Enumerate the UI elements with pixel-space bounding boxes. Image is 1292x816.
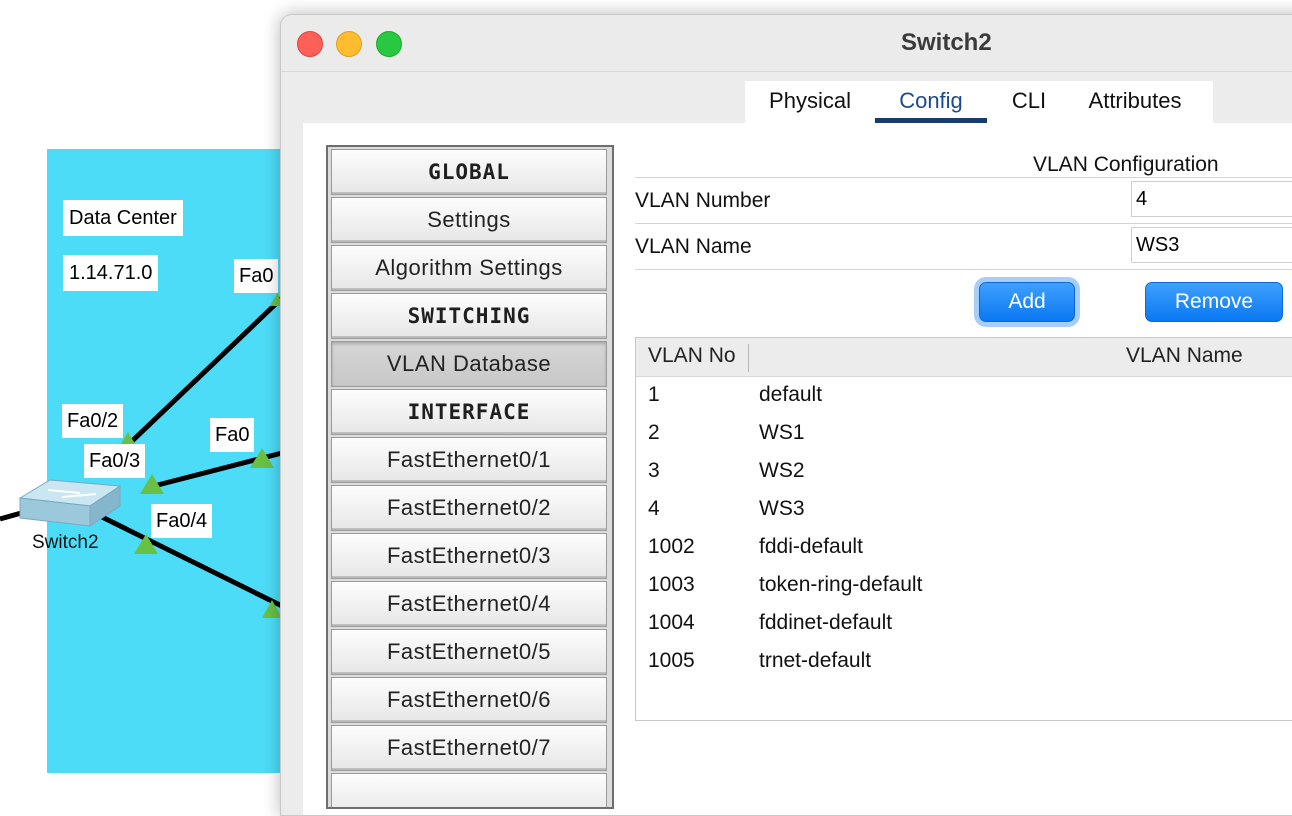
window-titlebar[interactable]: Switch2: [281, 15, 1292, 72]
add-button[interactable]: Add: [979, 282, 1075, 322]
vlan-no-cell: 3: [648, 459, 660, 482]
nav-item-vlan-database[interactable]: VLAN Database: [331, 341, 607, 387]
vlan-table[interactable]: VLAN No VLAN Name 1 default 2 WS1 3 WS2 …: [635, 337, 1292, 721]
vlan-number-label: VLAN Number: [635, 189, 771, 212]
tab-config[interactable]: Config: [875, 81, 987, 123]
vlan-no-cell: 1003: [648, 573, 695, 596]
link-fa0-2[interactable]: [126, 296, 284, 447]
table-row[interactable]: 1002 fddi-default: [636, 528, 1292, 566]
vlan-name-cell: trnet-default: [759, 649, 872, 672]
table-row[interactable]: 1005 trnet-default: [636, 642, 1292, 680]
nav-header-global: GLOBAL: [331, 149, 607, 195]
port-label-fa0-4: Fa0/4: [151, 504, 213, 538]
vlan-name-cell: token-ring-default: [759, 573, 923, 596]
nav-item-partial[interactable]: [331, 773, 607, 807]
column-divider[interactable]: [748, 344, 749, 372]
port-label-fa0-3: Fa0/3: [84, 444, 146, 478]
table-row[interactable]: 1004 fddinet-default: [636, 604, 1292, 642]
column-header-vlan-no[interactable]: VLAN No: [648, 338, 736, 374]
nav-item-settings[interactable]: Settings: [331, 197, 607, 243]
nav-item-fastethernet0-3[interactable]: FastEthernet0/3: [331, 533, 607, 579]
table-row[interactable]: 4 WS3: [636, 490, 1292, 528]
vlan-name-label: VLAN Name: [635, 235, 752, 258]
vlan-name-row: VLAN Name: [635, 223, 1292, 270]
config-nav[interactable]: GLOBAL Settings Algorithm Settings SWITC…: [326, 145, 614, 809]
vlan-name-cell: WS3: [759, 497, 805, 520]
tab-attributes[interactable]: Attributes: [1067, 81, 1203, 123]
vlan-no-cell: 1005: [648, 649, 695, 672]
remove-button[interactable]: Remove: [1145, 282, 1283, 322]
tab-bar: Physical Config CLI Attributes: [745, 81, 1213, 123]
vlan-no-cell: 2: [648, 421, 660, 444]
port-label-fa0-b: Fa0: [210, 418, 255, 452]
maximize-window-button[interactable]: [376, 31, 402, 57]
vlan-name-cell: default: [759, 383, 823, 406]
port-label-fa0-2: Fa0/2: [62, 404, 124, 438]
tab-cli[interactable]: CLI: [997, 81, 1061, 123]
table-row[interactable]: 2 WS1: [636, 414, 1292, 452]
vlan-name-input[interactable]: [1131, 227, 1292, 263]
vlan-table-header: VLAN No VLAN Name: [636, 338, 1292, 377]
vlan-name-cell: fddi-default: [759, 535, 863, 558]
vlan-no-cell: 1002: [648, 535, 695, 558]
nav-header-interface: INTERFACE: [331, 389, 607, 435]
vlan-name-cell: WS1: [759, 421, 805, 444]
window-title: Switch2: [901, 29, 992, 56]
device-window: Switch2 Physical Config CLI Attributes G…: [280, 14, 1292, 816]
nav-item-fastethernet0-4[interactable]: FastEthernet0/4: [331, 581, 607, 627]
nav-item-fastethernet0-5[interactable]: FastEthernet0/5: [331, 629, 607, 675]
nav-item-algorithm-settings[interactable]: Algorithm Settings: [331, 245, 607, 291]
nav-item-fastethernet0-6[interactable]: FastEthernet0/6: [331, 677, 607, 723]
nav-item-fastethernet0-1[interactable]: FastEthernet0/1: [331, 437, 607, 483]
nav-header-switching: SWITCHING: [331, 293, 607, 339]
nav-item-fastethernet0-7[interactable]: FastEthernet0/7: [331, 725, 607, 771]
table-row[interactable]: 1 default: [636, 376, 1292, 414]
vlan-number-row: VLAN Number: [635, 177, 1292, 223]
vlan-name-cell: fddinet-default: [759, 611, 893, 634]
nav-item-fastethernet0-2[interactable]: FastEthernet0/2: [331, 485, 607, 531]
port-label-fa0-a: Fa0: [234, 259, 279, 293]
close-window-button[interactable]: [297, 31, 323, 57]
vlan-name-cell: WS2: [759, 459, 805, 482]
vlan-number-input[interactable]: [1131, 181, 1292, 217]
config-content: GLOBAL Settings Algorithm Settings SWITC…: [303, 123, 1292, 815]
column-header-vlan-name[interactable]: VLAN Name: [1126, 338, 1243, 374]
vlan-no-cell: 1004: [648, 611, 695, 634]
tab-physical[interactable]: Physical: [755, 81, 865, 123]
switch-caption: Switch2: [32, 532, 99, 553]
vlan-no-cell: 4: [648, 497, 660, 520]
minimize-window-button[interactable]: [336, 31, 362, 57]
vlan-no-cell: 1: [648, 383, 660, 406]
vlan-config-title: VLAN Configuration: [1033, 153, 1219, 176]
table-row[interactable]: 1003 token-ring-default: [636, 566, 1292, 604]
table-row[interactable]: 3 WS2: [636, 452, 1292, 490]
